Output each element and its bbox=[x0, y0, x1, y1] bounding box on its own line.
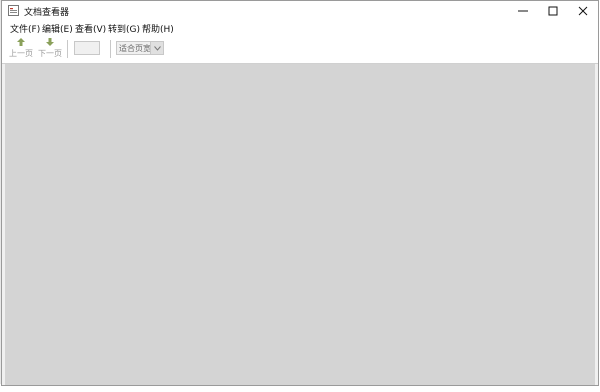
arrow-down-icon bbox=[46, 38, 54, 46]
prev-page-label: 上一页 bbox=[9, 49, 33, 58]
chevron-down-icon bbox=[153, 45, 161, 51]
page-number-input[interactable] bbox=[74, 41, 100, 55]
menu-file[interactable]: 文件(F) bbox=[10, 22, 40, 35]
menu-view[interactable]: 查看(V) bbox=[75, 22, 106, 35]
window-title: 文档查看器 bbox=[24, 8, 70, 18]
toolbar-separator bbox=[110, 40, 111, 58]
zoom-dropdown-button[interactable] bbox=[150, 42, 163, 54]
zoom-value: 适合页宽 bbox=[119, 44, 151, 53]
document-viewer-icon bbox=[8, 5, 19, 16]
document-viewer-window: 文档查看器 文件(F) 编辑(E) 查看(V) 转到(G) 帮助(H) 上一页 … bbox=[1, 0, 599, 386]
arrow-up-icon bbox=[17, 38, 25, 46]
maximize-icon bbox=[548, 6, 558, 16]
desktop: 文档查看器 文件(F) 编辑(E) 查看(V) 转到(G) 帮助(H) 上一页 … bbox=[0, 0, 600, 392]
toolbar-separator bbox=[67, 40, 68, 58]
next-page-button[interactable]: 下一页 bbox=[37, 37, 63, 61]
prev-page-button[interactable]: 上一页 bbox=[8, 37, 34, 61]
document-view-area[interactable] bbox=[5, 64, 595, 385]
title-bar[interactable]: 文档查看器 bbox=[2, 1, 598, 21]
minimize-button[interactable] bbox=[508, 1, 538, 21]
menu-edit[interactable]: 编辑(E) bbox=[42, 22, 73, 35]
menu-bar: 文件(F) 编辑(E) 查看(V) 转到(G) 帮助(H) bbox=[2, 21, 598, 35]
zoom-select[interactable]: 适合页宽 bbox=[116, 41, 164, 55]
menu-goto[interactable]: 转到(G) bbox=[108, 22, 140, 35]
minimize-icon bbox=[518, 10, 528, 12]
menu-help[interactable]: 帮助(H) bbox=[142, 22, 174, 35]
close-icon bbox=[578, 6, 588, 16]
next-page-label: 下一页 bbox=[38, 49, 62, 58]
maximize-button[interactable] bbox=[538, 1, 568, 21]
close-button[interactable] bbox=[568, 1, 598, 21]
toolbar: 上一页 下一页 适合页宽 bbox=[2, 35, 598, 64]
